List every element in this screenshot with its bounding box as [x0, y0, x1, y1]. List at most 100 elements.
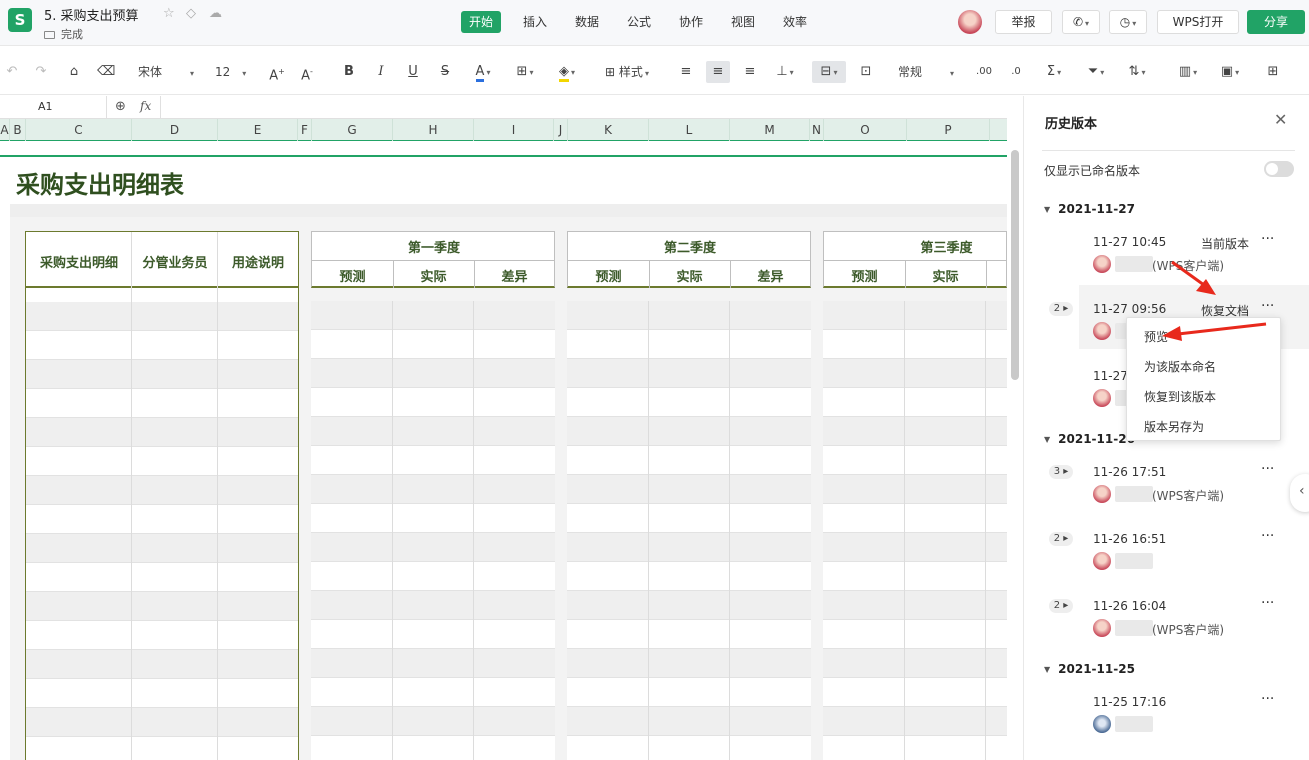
sort-icon[interactable]: ⇅ ▾: [1122, 61, 1152, 83]
table-row[interactable]: [567, 533, 811, 562]
table-row[interactable]: [311, 475, 555, 504]
quarter-rows[interactable]: [567, 301, 811, 760]
font-color-icon[interactable]: A ▾: [468, 61, 498, 83]
table-row[interactable]: [311, 388, 555, 417]
align-left-icon[interactable]: ≡: [677, 61, 695, 83]
table-row[interactable]: [567, 301, 811, 330]
table-row[interactable]: [26, 708, 298, 737]
col-header[interactable]: K: [568, 119, 649, 141]
table-row[interactable]: [823, 707, 1007, 736]
col-header[interactable]: I: [474, 119, 554, 141]
italic-icon[interactable]: I: [372, 61, 390, 83]
table-row[interactable]: [567, 475, 811, 504]
redo-icon[interactable]: ↷: [33, 61, 49, 83]
table-row[interactable]: [26, 563, 298, 592]
undo-icon[interactable]: ↶: [4, 61, 20, 83]
underline-icon[interactable]: U: [404, 61, 422, 83]
quarter-title[interactable]: 第三季度: [824, 237, 1007, 256]
col-header[interactable]: O: [824, 119, 907, 141]
quarter-rows[interactable]: [823, 301, 1007, 760]
table-row[interactable]: [311, 678, 555, 707]
more-icon[interactable]: ···: [1261, 298, 1274, 314]
table-row[interactable]: [823, 591, 1007, 620]
table-row[interactable]: [823, 649, 1007, 678]
zoom-icon[interactable]: ⊕: [115, 99, 126, 114]
merge-cells-icon[interactable]: ⊟ ▾: [812, 61, 846, 83]
font-select[interactable]: 宋体 ▾: [138, 61, 204, 83]
user-avatar[interactable]: [958, 10, 982, 34]
more-icon[interactable]: ···: [1261, 528, 1274, 544]
border-icon[interactable]: ⊞ ▾: [509, 61, 541, 83]
table-row[interactable]: [823, 446, 1007, 475]
cell-reference[interactable]: A1: [0, 96, 107, 118]
restore-version-menu-item[interactable]: 恢复到该版本: [1144, 388, 1216, 405]
sub-header[interactable]: 预测: [824, 266, 905, 285]
header-detail[interactable]: 采购支出明细: [26, 252, 132, 271]
preview-menu-item[interactable]: 预览: [1144, 328, 1168, 345]
table-row[interactable]: [567, 620, 811, 649]
table-row[interactable]: [26, 447, 298, 476]
panel-collapse-button[interactable]: ‹: [1290, 474, 1309, 512]
call-icon[interactable]: ✆ ▾: [1062, 10, 1100, 34]
menu-collab[interactable]: 协作: [671, 11, 711, 33]
table-row[interactable]: [26, 331, 298, 360]
sub-header[interactable]: 实际: [649, 266, 730, 285]
table-row[interactable]: [823, 417, 1007, 446]
table-row[interactable]: [823, 736, 1007, 760]
filter-icon[interactable]: ⏷ ▾: [1082, 61, 1110, 83]
version-count-badge[interactable]: 3 ▸: [1049, 465, 1073, 479]
col-header[interactable]: D: [132, 119, 218, 141]
table-row[interactable]: [567, 417, 811, 446]
table-row[interactable]: [311, 736, 555, 760]
table-row[interactable]: [823, 301, 1007, 330]
col-header[interactable]: G: [312, 119, 393, 141]
table-row[interactable]: [311, 591, 555, 620]
strikethrough-icon[interactable]: S: [436, 61, 454, 83]
detail-rows[interactable]: [26, 302, 298, 760]
rename-version-menu-item[interactable]: 为该版本命名: [1144, 358, 1216, 375]
save-as-menu-item[interactable]: 版本另存为: [1144, 418, 1204, 435]
col-header[interactable]: N: [810, 119, 824, 141]
table-row[interactable]: [311, 301, 555, 330]
table-row[interactable]: [567, 504, 811, 533]
align-right-icon[interactable]: ≡: [741, 61, 759, 83]
col-header[interactable]: F: [298, 119, 312, 141]
quarter-title[interactable]: 第二季度: [568, 237, 812, 256]
table-row[interactable]: [823, 562, 1007, 591]
formula-input[interactable]: [160, 96, 1007, 118]
table-row[interactable]: [26, 679, 298, 708]
version-count-badge[interactable]: 2 ▸: [1049, 302, 1073, 316]
table-row[interactable]: [567, 359, 811, 388]
col-header[interactable]: P: [907, 119, 990, 141]
table-row[interactable]: [26, 621, 298, 650]
table-row[interactable]: [311, 417, 555, 446]
quarter-title[interactable]: 第一季度: [312, 237, 556, 256]
table-row[interactable]: [26, 360, 298, 389]
col-header[interactable]: E: [218, 119, 298, 141]
header-purpose[interactable]: 用途说明: [218, 252, 298, 271]
sub-header[interactable]: 预测: [568, 266, 649, 285]
date-group-header[interactable]: ▼ 2021-11-27: [1044, 202, 1135, 216]
table-row[interactable]: [311, 707, 555, 736]
eraser-icon[interactable]: ⌫: [97, 61, 115, 83]
image-icon[interactable]: ▣ ▾: [1214, 61, 1246, 83]
decimal-decrease-icon[interactable]: .0: [1007, 61, 1025, 83]
menu-insert[interactable]: 插入: [515, 11, 555, 33]
table-row[interactable]: [567, 446, 811, 475]
table-row[interactable]: [567, 678, 811, 707]
table-row[interactable]: [823, 359, 1007, 388]
date-group-header[interactable]: ▼ 2021-11-25: [1044, 662, 1135, 676]
font-size-select[interactable]: 12 ▾: [215, 61, 257, 83]
cell-style-button[interactable]: ⊞ 样式 ▾: [596, 61, 658, 83]
col-header[interactable]: J: [554, 119, 568, 141]
menu-view[interactable]: 视图: [723, 11, 763, 33]
table-row[interactable]: [823, 504, 1007, 533]
table-row[interactable]: [26, 534, 298, 563]
close-icon[interactable]: ✕: [1274, 110, 1287, 129]
sub-header[interactable]: 差异: [730, 266, 811, 285]
table-row[interactable]: [26, 302, 298, 331]
more-icon[interactable]: ···: [1261, 595, 1274, 611]
table-row[interactable]: [311, 504, 555, 533]
table-row[interactable]: [311, 562, 555, 591]
align-center-icon[interactable]: ≡: [706, 61, 730, 83]
